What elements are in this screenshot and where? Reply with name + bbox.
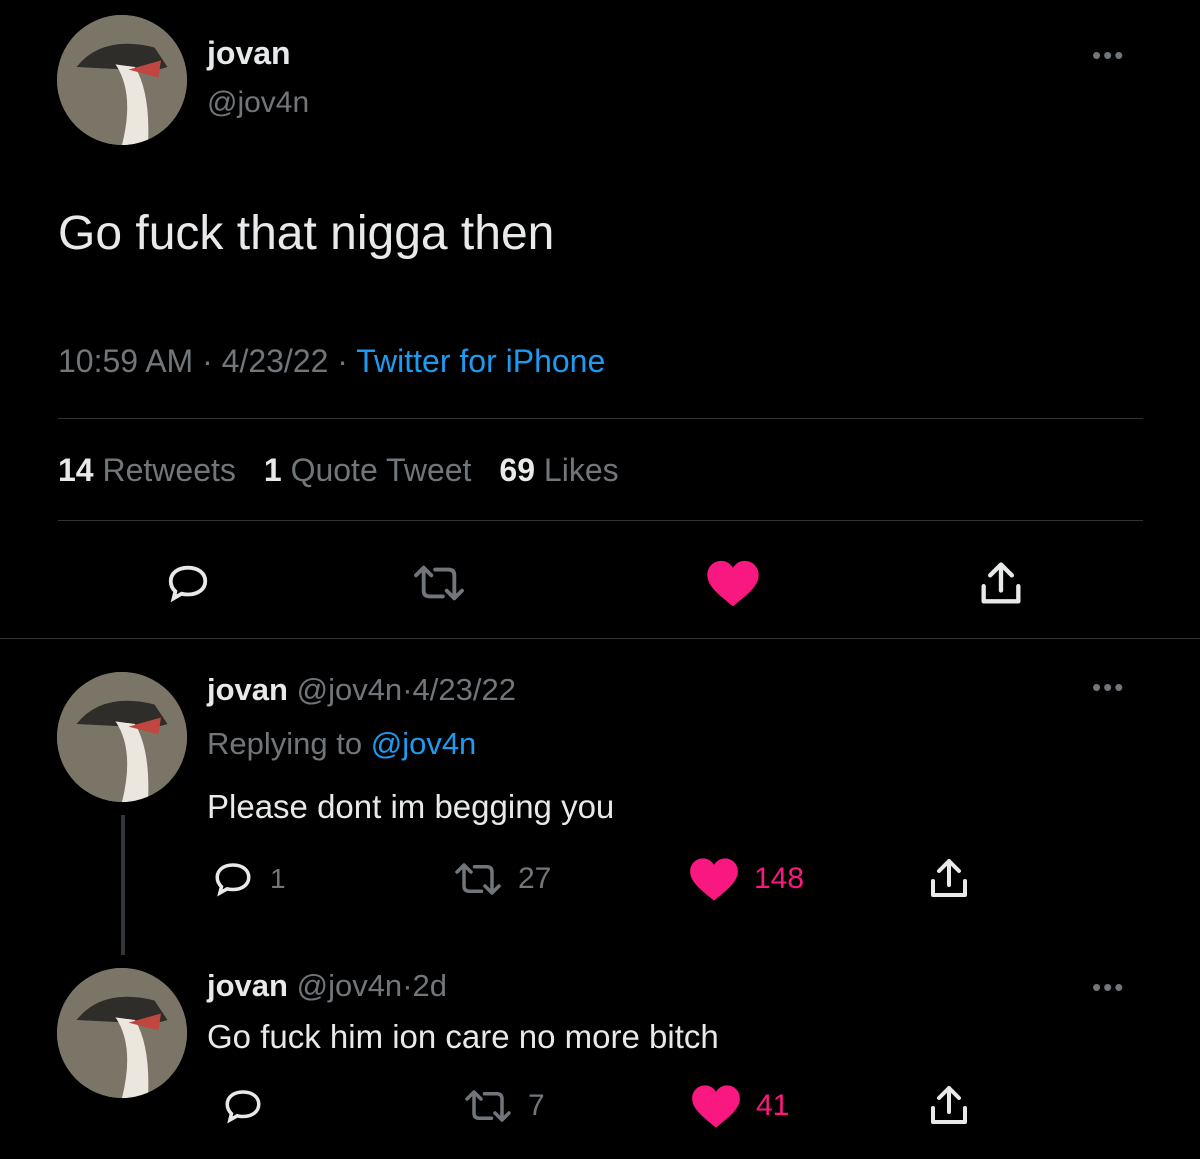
more-dots-icon[interactable]: •••: [1092, 672, 1125, 703]
display-name[interactable]: jovan: [207, 35, 291, 72]
share-icon: [931, 1086, 967, 1124]
like-button[interactable]: [705, 557, 761, 609]
avatar[interactable]: [57, 672, 187, 802]
separator: ·: [402, 968, 413, 1003]
separator: ·: [402, 672, 413, 707]
quotes-stat[interactable]: 1 Quote Tweet: [264, 452, 472, 489]
retweet-button[interactable]: 7: [462, 1085, 545, 1127]
tweet-time[interactable]: 10:59 AM: [58, 343, 193, 379]
avatar-image: [57, 968, 187, 1098]
replying-to-handle[interactable]: @jov4n: [371, 726, 477, 761]
retweet-icon: [465, 1090, 511, 1122]
handle[interactable]: @jov4n: [207, 86, 309, 120]
retweet-icon: [414, 565, 464, 601]
tweet-date[interactable]: 2d: [413, 968, 447, 1003]
retweet-count: 7: [528, 1089, 545, 1122]
share-button[interactable]: [925, 855, 973, 903]
retweet-button[interactable]: [412, 560, 466, 606]
like-count: 148: [754, 862, 805, 895]
likes-stat[interactable]: 69 Likes: [499, 452, 618, 489]
heart-icon: [707, 560, 759, 607]
reply-button[interactable]: 1: [210, 858, 286, 900]
reply-button[interactable]: [165, 560, 211, 606]
reply-header: jovan @jov4n·2d: [207, 968, 447, 1004]
separator: ·: [337, 343, 348, 379]
divider: [58, 418, 1143, 419]
tweet-text: Go fuck him ion care no more bitch: [207, 1018, 719, 1055]
retweet-button[interactable]: 27: [452, 858, 551, 900]
tweet-stats: 14 Retweets 1 Quote Tweet 69 Likes: [58, 452, 619, 489]
more-dots-icon[interactable]: •••: [1092, 40, 1125, 71]
reply-count: 1: [270, 863, 286, 894]
divider: [58, 520, 1143, 521]
more-dots-icon[interactable]: •••: [1092, 972, 1125, 1003]
reply-header: jovan @jov4n·4/23/22: [207, 672, 516, 708]
handle[interactable]: @jov4n: [297, 672, 403, 707]
tweet-source[interactable]: Twitter for iPhone: [356, 343, 605, 379]
divider: [0, 638, 1200, 639]
tweet-date[interactable]: 4/23/22: [413, 672, 516, 707]
handle[interactable]: @jov4n: [297, 968, 403, 1003]
like-count: 41: [756, 1089, 790, 1122]
avatar[interactable]: [57, 968, 187, 1098]
retweets-stat[interactable]: 14 Retweets: [58, 452, 236, 489]
reply-button[interactable]: [220, 1085, 266, 1127]
retweet-count: 27: [518, 862, 552, 895]
display-name[interactable]: jovan: [207, 968, 288, 1003]
like-button[interactable]: 41: [690, 1082, 789, 1130]
heart-icon: [690, 858, 738, 901]
thread-line: [121, 815, 125, 955]
replying-to: Replying to @jov4n: [207, 726, 477, 761]
separator: ·: [202, 343, 213, 379]
share-icon: [981, 562, 1021, 604]
reply-icon: [225, 1090, 261, 1124]
share-button[interactable]: [925, 1082, 973, 1130]
display-name[interactable]: jovan: [207, 672, 288, 707]
reply-icon: [215, 863, 251, 897]
avatar-image: [57, 672, 187, 802]
share-icon: [931, 859, 967, 897]
retweet-icon: [455, 863, 501, 895]
like-button[interactable]: 148: [688, 855, 804, 903]
tweet-text: Please dont im begging you: [207, 788, 615, 825]
avatar-image: [57, 15, 187, 145]
tweet-date[interactable]: 4/23/22: [222, 343, 329, 379]
tweet-meta: 10:59 AM · 4/23/22 · Twitter for iPhone: [58, 343, 605, 380]
share-button[interactable]: [975, 558, 1027, 610]
avatar[interactable]: [57, 15, 187, 145]
reply-icon: [168, 565, 208, 603]
heart-icon: [692, 1085, 740, 1128]
tweet-text: Go fuck that nigga then: [58, 207, 555, 260]
